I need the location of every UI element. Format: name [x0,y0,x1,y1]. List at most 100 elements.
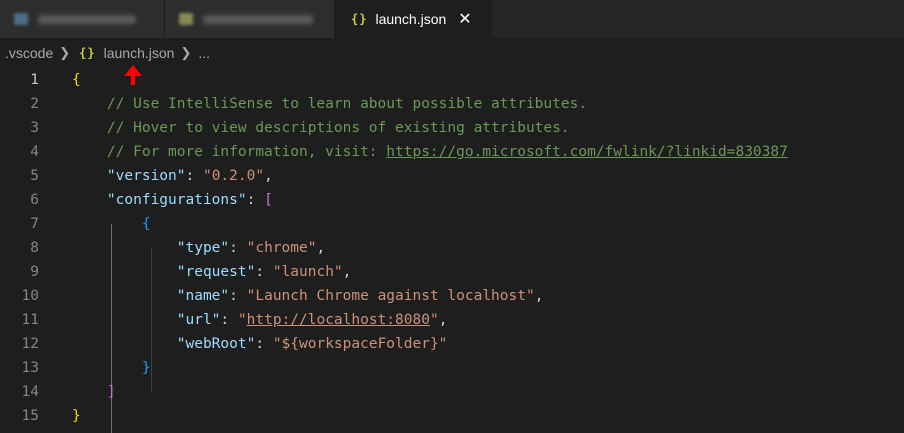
code-line[interactable]: 6 "configurations": [ [0,188,904,212]
code-token: , [438,312,448,328]
code-token: "version" [106,168,186,184]
code-token[interactable]: http://localhost:8080 [247,312,430,328]
line-number: 13 [21,360,39,376]
code-line[interactable]: 7 { [0,212,904,236]
line-number: 7 [30,216,39,232]
file-icon [179,13,193,25]
code-token: { [72,72,81,88]
code-text: { [72,212,151,236]
breadcrumb-file[interactable]: launch.json [104,45,175,61]
code-line[interactable]: 4 // For more information, visit: https:… [0,140,904,164]
code-text: // For more information, visit: https://… [72,140,788,164]
code-line[interactable]: 15} [0,404,904,428]
code-line[interactable]: 1{ [0,68,904,92]
code-token: } [72,408,81,424]
code-editor[interactable]: 1{2 // Use IntelliSense to learn about p… [0,68,904,433]
tab-label-blurred [38,14,136,24]
code-text: } [72,356,151,380]
line-number: 5 [30,168,39,184]
code-token: "Launch Chrome against localhost" [246,288,535,304]
code-token: : [246,192,265,208]
code-token: "name" [176,288,230,304]
code-text: "configurations": [ [72,188,273,212]
line-number: 9 [30,264,39,280]
line-number: 8 [30,240,39,256]
line-number: 12 [21,336,39,352]
code-line[interactable]: 12 "webRoot": "${workspaceFolder}" [0,332,904,356]
tab-bar: {} launch.json ✕ [0,0,904,38]
line-number: 10 [21,288,39,304]
code-text: "webRoot": "${workspaceFolder}" [72,332,448,356]
code-token: // For more information, visit: [72,144,387,160]
line-number: 3 [30,120,39,136]
code-token: "request" [176,264,256,280]
code-token: : [255,336,273,352]
code-line[interactable]: 11 "url": "http://localhost:8080", [0,308,904,332]
code-token: "type" [176,240,230,256]
code-text: // Use IntelliSense to learn about possi… [72,92,587,116]
code-token: : [185,168,203,184]
code-token: " [429,312,439,328]
tab-launch-json[interactable]: {} launch.json ✕ [335,0,492,38]
line-number: 11 [21,312,39,328]
code-token: "configurations" [106,192,247,208]
tab-label-blurred [203,14,313,24]
code-token: , [342,264,352,280]
code-token: // Hover to view descriptions of existin… [72,120,570,136]
code-token: "${workspaceFolder}" [272,336,448,352]
code-token: [ [264,192,273,208]
line-number: 6 [30,192,39,208]
code-text: "url": "http://localhost:8080", [72,308,448,332]
line-number: 2 [30,96,39,112]
code-token: "0.2.0" [202,168,265,184]
tab-blurred-1[interactable] [0,0,165,38]
chevron-right-icon: ❯ [180,45,192,60]
code-token: "webRoot" [176,336,256,352]
line-number: 14 [21,384,39,400]
code-line[interactable]: 14 ] [0,380,904,404]
code-line[interactable]: 8 "type": "chrome", [0,236,904,260]
code-line[interactable]: 9 "request": "launch", [0,260,904,284]
code-token: ] [106,384,116,400]
code-token: " [237,312,247,328]
code-text: { [72,68,81,92]
code-text: "type": "chrome", [72,236,325,260]
code-line[interactable]: 10 "name": "Launch Chrome against localh… [0,284,904,308]
code-token: : [229,240,247,256]
code-text: } [72,404,81,428]
code-line[interactable]: 2 // Use IntelliSense to learn about pos… [0,92,904,116]
code-line[interactable]: 3 // Hover to view descriptions of exist… [0,116,904,140]
code-text: "version": "0.2.0", [72,164,273,188]
json-braces-icon: {} [351,12,368,26]
line-number: 4 [30,144,39,160]
code-text: "request": "launch", [72,260,352,284]
code-line[interactable]: 5 "version": "0.2.0", [0,164,904,188]
code-token: "launch" [272,264,343,280]
close-icon[interactable]: ✕ [458,9,471,29]
tab-blurred-2[interactable] [165,0,335,38]
code-text: // Hover to view descriptions of existin… [72,116,570,140]
code-token: "url" [176,312,221,328]
code-token: , [264,168,273,184]
code-text: ] [72,380,116,404]
code-token: } [141,360,151,376]
breadcrumb-more[interactable]: ... [198,45,210,61]
code-token: "chrome" [246,240,317,256]
code-token: // Use IntelliSense to learn about possi… [72,96,588,112]
code-line[interactable]: 13 } [0,356,904,380]
line-number: 1 [30,72,39,88]
breadcrumb-folder[interactable]: .vscode [5,45,53,61]
code-token: , [534,288,544,304]
code-token: : [255,264,273,280]
code-token[interactable]: https://go.microsoft.com/fwlink/?linkid=… [386,144,788,160]
